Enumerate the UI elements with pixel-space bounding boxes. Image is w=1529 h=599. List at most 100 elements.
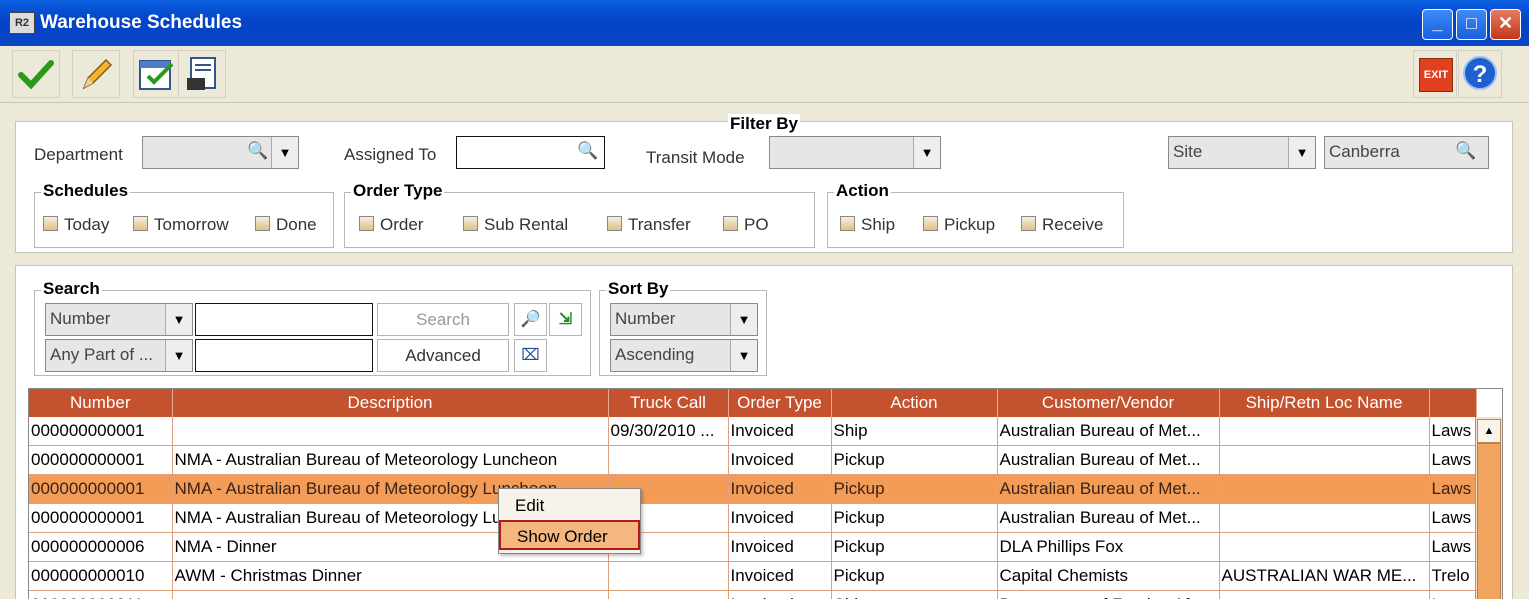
title-bar[interactable]: R2 Warehouse Schedules _ □ ✕: [0, 0, 1529, 46]
cell-action: Ship: [831, 590, 998, 599]
sub-rental-checkbox[interactable]: Sub Rental: [463, 215, 568, 235]
find-icon: 🔎: [520, 311, 541, 328]
cell-truck-call: [608, 445, 729, 475]
scroll-up-icon[interactable]: ▲: [1477, 419, 1501, 443]
chevron-down-icon[interactable]: ▼: [165, 340, 192, 371]
column-header-description[interactable]: Description: [172, 389, 609, 417]
department-select[interactable]: 🔍 ▼: [142, 136, 299, 169]
filter-title: Filter By: [728, 114, 801, 134]
cell-order-type: Invoiced: [728, 474, 832, 504]
sort-direction-select[interactable]: Ascending ▼: [610, 339, 758, 372]
minimize-button[interactable]: _: [1422, 9, 1453, 40]
column-header-extra[interactable]: [1429, 389, 1477, 417]
clear-search-button[interactable]: ⌧: [514, 339, 547, 372]
pickup-checkbox[interactable]: Pickup: [923, 215, 995, 235]
done-checkbox[interactable]: Done: [255, 215, 317, 235]
search-input[interactable]: [195, 303, 373, 336]
chevron-down-icon[interactable]: ▼: [1288, 137, 1315, 168]
column-header-ship-loc[interactable]: Ship/Retn Loc Name: [1219, 389, 1430, 417]
cell-customer: Department of Foreign Af...: [997, 590, 1220, 599]
order-checkbox[interactable]: Order: [359, 215, 423, 235]
cell-number: 000000000011: [29, 590, 173, 599]
cell-description: AWM - Christmas Dinner: [172, 561, 609, 591]
search-title: Search: [41, 279, 102, 299]
context-menu-show-order[interactable]: Show Order: [499, 520, 640, 550]
search-input-2[interactable]: [195, 339, 373, 372]
transfer-checkbox[interactable]: Transfer: [607, 215, 691, 235]
context-menu-edit[interactable]: Edit: [499, 491, 640, 521]
context-menu: Edit Show Order: [498, 488, 641, 554]
search-icon[interactable]: 🔍: [247, 141, 268, 161]
calendar-icon: [139, 60, 174, 90]
table-row[interactable]: 000000000001 NMA - Australian Bureau of M…: [29, 445, 1477, 475]
scroll-thumb[interactable]: [1477, 443, 1501, 599]
edit-button[interactable]: [72, 50, 120, 98]
column-header-number[interactable]: Number: [29, 389, 173, 417]
transit-mode-select[interactable]: ▼: [769, 136, 941, 169]
advanced-button[interactable]: Advanced: [377, 339, 509, 372]
help-button[interactable]: ?: [1458, 50, 1502, 98]
exit-button[interactable]: EXIT: [1413, 50, 1457, 98]
cell-customer: Australian Bureau of Met...: [997, 417, 1220, 446]
cell-number: 000000000010: [29, 561, 173, 591]
receive-checkbox[interactable]: Receive: [1021, 215, 1103, 235]
table-row[interactable]: 000000000006 NMA - Dinner Invoiced Pickup DL…: [29, 532, 1477, 562]
maximize-button[interactable]: □: [1456, 9, 1487, 40]
assigned-to-field[interactable]: 🔍: [456, 136, 605, 169]
checkbox-icon: [1021, 216, 1036, 231]
cell-order-type: Invoiced: [728, 532, 832, 562]
chevron-down-icon[interactable]: ▼: [730, 340, 757, 371]
save-button[interactable]: [12, 50, 60, 98]
schedules-title: Schedules: [41, 181, 131, 201]
table-row[interactable]: 000000000010 AWM - Christmas Dinner Invoic…: [29, 561, 1477, 591]
tomorrow-checkbox[interactable]: Tomorrow: [133, 215, 229, 235]
action-group: Action Ship Pickup Receive: [827, 181, 1124, 248]
chevron-down-icon[interactable]: ▼: [913, 137, 940, 168]
checkbox-icon: [840, 216, 855, 231]
search-icon[interactable]: 🔍: [1455, 141, 1476, 161]
find-button[interactable]: 🔎: [514, 303, 547, 336]
search-field-select[interactable]: Number ▼: [45, 303, 193, 336]
cell-order-type: Invoiced: [728, 445, 832, 475]
today-checkbox[interactable]: Today: [43, 215, 109, 235]
po-checkbox[interactable]: PO: [723, 215, 769, 235]
report-button[interactable]: [178, 50, 226, 98]
cell-extra: Laws: [1429, 503, 1477, 533]
vertical-scrollbar[interactable]: ▲: [1475, 417, 1502, 599]
cell-truck-call: [608, 590, 729, 599]
maximize-icon: □: [1466, 13, 1477, 33]
search-mode-select[interactable]: Any Part of ... ▼: [45, 339, 193, 372]
sort-field-value: Number: [615, 309, 676, 328]
cell-order-type: Invoiced: [728, 417, 832, 446]
column-header-order-type[interactable]: Order Type: [728, 389, 832, 417]
cell-description: [172, 417, 609, 446]
close-button[interactable]: ✕: [1490, 9, 1521, 40]
table-row[interactable]: 000000000001 NMA - Australian Bureau of M…: [29, 474, 1477, 504]
action-title: Action: [834, 181, 891, 201]
site-type-select[interactable]: Site ▼: [1168, 136, 1316, 169]
schedules-table: Number Description Truck Call Order Type…: [29, 389, 1477, 599]
schedule-button[interactable]: [133, 50, 181, 98]
site-field[interactable]: Canberra 🔍: [1324, 136, 1489, 169]
chevron-down-icon[interactable]: ▼: [165, 304, 192, 335]
table-row[interactable]: 000000000001 NMA - Australian Bureau of M…: [29, 503, 1477, 533]
cell-action: Pickup: [831, 445, 998, 475]
sort-group: Sort By Number ▼ Ascending ▼: [599, 279, 767, 376]
column-header-action[interactable]: Action: [831, 389, 998, 417]
table-row[interactable]: 000000000011 InvoicedShipDepartment of Fo…: [29, 590, 1477, 599]
table-row[interactable]: 000000000001 09/30/2010 ... Invoiced Ship Au…: [29, 417, 1477, 446]
cell-action: Pickup: [831, 561, 998, 591]
chevron-down-icon[interactable]: ▼: [730, 304, 757, 335]
cell-order-type: Invoiced: [728, 590, 832, 599]
refresh-button[interactable]: ⇲: [549, 303, 582, 336]
refresh-icon: ⇲: [558, 311, 573, 328]
cell-customer: DLA Phillips Fox: [997, 532, 1220, 562]
schedules-grid[interactable]: Number Description Truck Call Order Type…: [28, 388, 1503, 599]
sort-field-select[interactable]: Number ▼: [610, 303, 758, 336]
chevron-down-icon[interactable]: ▼: [271, 137, 298, 168]
search-button[interactable]: Search: [377, 303, 509, 336]
column-header-customer[interactable]: Customer/Vendor: [997, 389, 1220, 417]
column-header-truck-call[interactable]: Truck Call: [608, 389, 729, 417]
search-icon[interactable]: 🔍: [577, 141, 598, 161]
ship-checkbox[interactable]: Ship: [840, 215, 895, 235]
